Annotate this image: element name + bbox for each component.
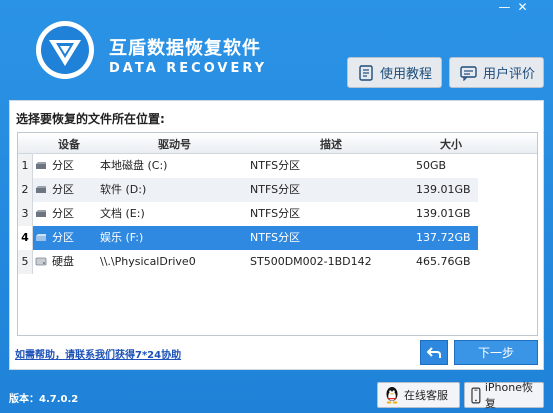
table-row[interactable]: 1 分区 本地磁盘 (C:) NTFS分区 50GB: [18, 154, 478, 178]
table-row-selected[interactable]: 4 分区 娱乐 (F:) NTFS分区 137.72GB: [18, 226, 478, 250]
app-subtitle: DATA RECOVERY: [109, 61, 268, 76]
iphone-recovery-button[interactable]: iPhone恢复: [464, 381, 544, 410]
size-cell: 139.01GB: [416, 183, 471, 196]
qq-penguin-icon: [386, 387, 398, 404]
app-title: 互盾数据恢复软件: [109, 38, 261, 59]
device-cell: 分区: [52, 159, 74, 172]
document-icon: [359, 64, 373, 81]
description-cell: NTFS分区: [250, 159, 301, 172]
size-cell: 50GB: [416, 159, 447, 172]
version-label: 版本：4.7.0.2: [9, 394, 79, 405]
header: 互盾数据恢复软件 DATA RECOVERY — ✕ 使用教程 用户评价: [0, 0, 553, 100]
description-cell: NTFS分区: [250, 207, 301, 220]
row-index: 5: [18, 250, 33, 274]
footer: 版本：4.7.0.2 在线客服 iPhone恢复: [0, 380, 553, 413]
table-row[interactable]: 2 分区 软件 (D:) NTFS分区 139.01GB: [18, 178, 478, 202]
size-cell: 139.01GB: [416, 207, 471, 220]
device-cell: 分区: [52, 207, 74, 220]
tutorial-button[interactable]: 使用教程: [347, 57, 442, 88]
minimize-button[interactable]: —: [496, 0, 513, 15]
row-index: 2: [18, 178, 33, 202]
column-header-drive[interactable]: 驱动号: [158, 136, 191, 152]
device-cell: 分区: [52, 183, 74, 196]
iphone-recovery-label: iPhone恢复: [484, 381, 533, 410]
drive-cell: 娱乐 (F:): [100, 231, 144, 244]
partition-icon: [36, 210, 46, 217]
review-label: 用户评价: [483, 67, 536, 82]
partition-icon: [36, 234, 46, 241]
back-button[interactable]: [420, 340, 448, 365]
comment-icon: [460, 65, 477, 81]
online-service-label: 在线客服: [404, 389, 448, 402]
column-header-description[interactable]: 描述: [320, 136, 342, 152]
drive-cell: \\.\PhysicalDrive0: [100, 255, 196, 268]
next-button[interactable]: 下一步: [454, 340, 538, 365]
help-link[interactable]: 如需帮助，请联系我们获得7*24协助: [15, 346, 181, 361]
size-cell: 465.76GB: [416, 255, 471, 268]
close-button[interactable]: ✕: [514, 0, 531, 15]
size-cell: 137.72GB: [416, 231, 471, 244]
partition-icon: [36, 162, 46, 169]
table-header: 设备 驱动号 描述 大小: [18, 133, 537, 154]
shield-logo-icon: [36, 21, 94, 79]
column-header-device[interactable]: 设备: [58, 136, 80, 152]
app-window: 互盾数据恢复软件 DATA RECOVERY — ✕ 使用教程 用户评价 选择要: [0, 0, 553, 413]
drive-table: 设备 驱动号 描述 大小 1 分区 本地磁盘 (C:) NTFS分区 50GB …: [17, 132, 538, 336]
review-button[interactable]: 用户评价: [449, 57, 544, 88]
tutorial-label: 使用教程: [380, 67, 433, 82]
online-service-button[interactable]: 在线客服: [377, 382, 460, 408]
section-title: 选择要恢复的文件所在位置:: [16, 112, 165, 126]
drive-cell: 文档 (E:): [100, 207, 145, 220]
column-header-size[interactable]: 大小: [440, 136, 462, 152]
phone-icon: [471, 387, 481, 403]
device-cell: 硬盘: [52, 255, 74, 268]
back-arrow-icon: [427, 346, 441, 358]
hard-disk-icon: [35, 257, 47, 266]
description-cell: NTFS分区: [250, 183, 301, 196]
row-index: 1: [18, 154, 33, 178]
drive-cell: 本地磁盘 (C:): [100, 159, 168, 172]
description-cell: NTFS分区: [250, 231, 301, 244]
row-index: 4: [18, 226, 33, 250]
content-panel: 选择要恢复的文件所在位置: 设备 驱动号 描述 大小 1 分区 本地磁盘 (C:…: [9, 100, 544, 370]
description-cell: ST500DM002-1BD142: [250, 255, 372, 268]
table-row[interactable]: 3 分区 文档 (E:) NTFS分区 139.01GB: [18, 202, 478, 226]
device-cell: 分区: [52, 231, 74, 244]
row-index: 3: [18, 202, 33, 226]
table-row[interactable]: 5 硬盘 \\.\PhysicalDrive0 ST500DM002-1BD14…: [18, 250, 478, 274]
drive-cell: 软件 (D:): [100, 183, 147, 196]
partition-icon: [36, 186, 46, 193]
